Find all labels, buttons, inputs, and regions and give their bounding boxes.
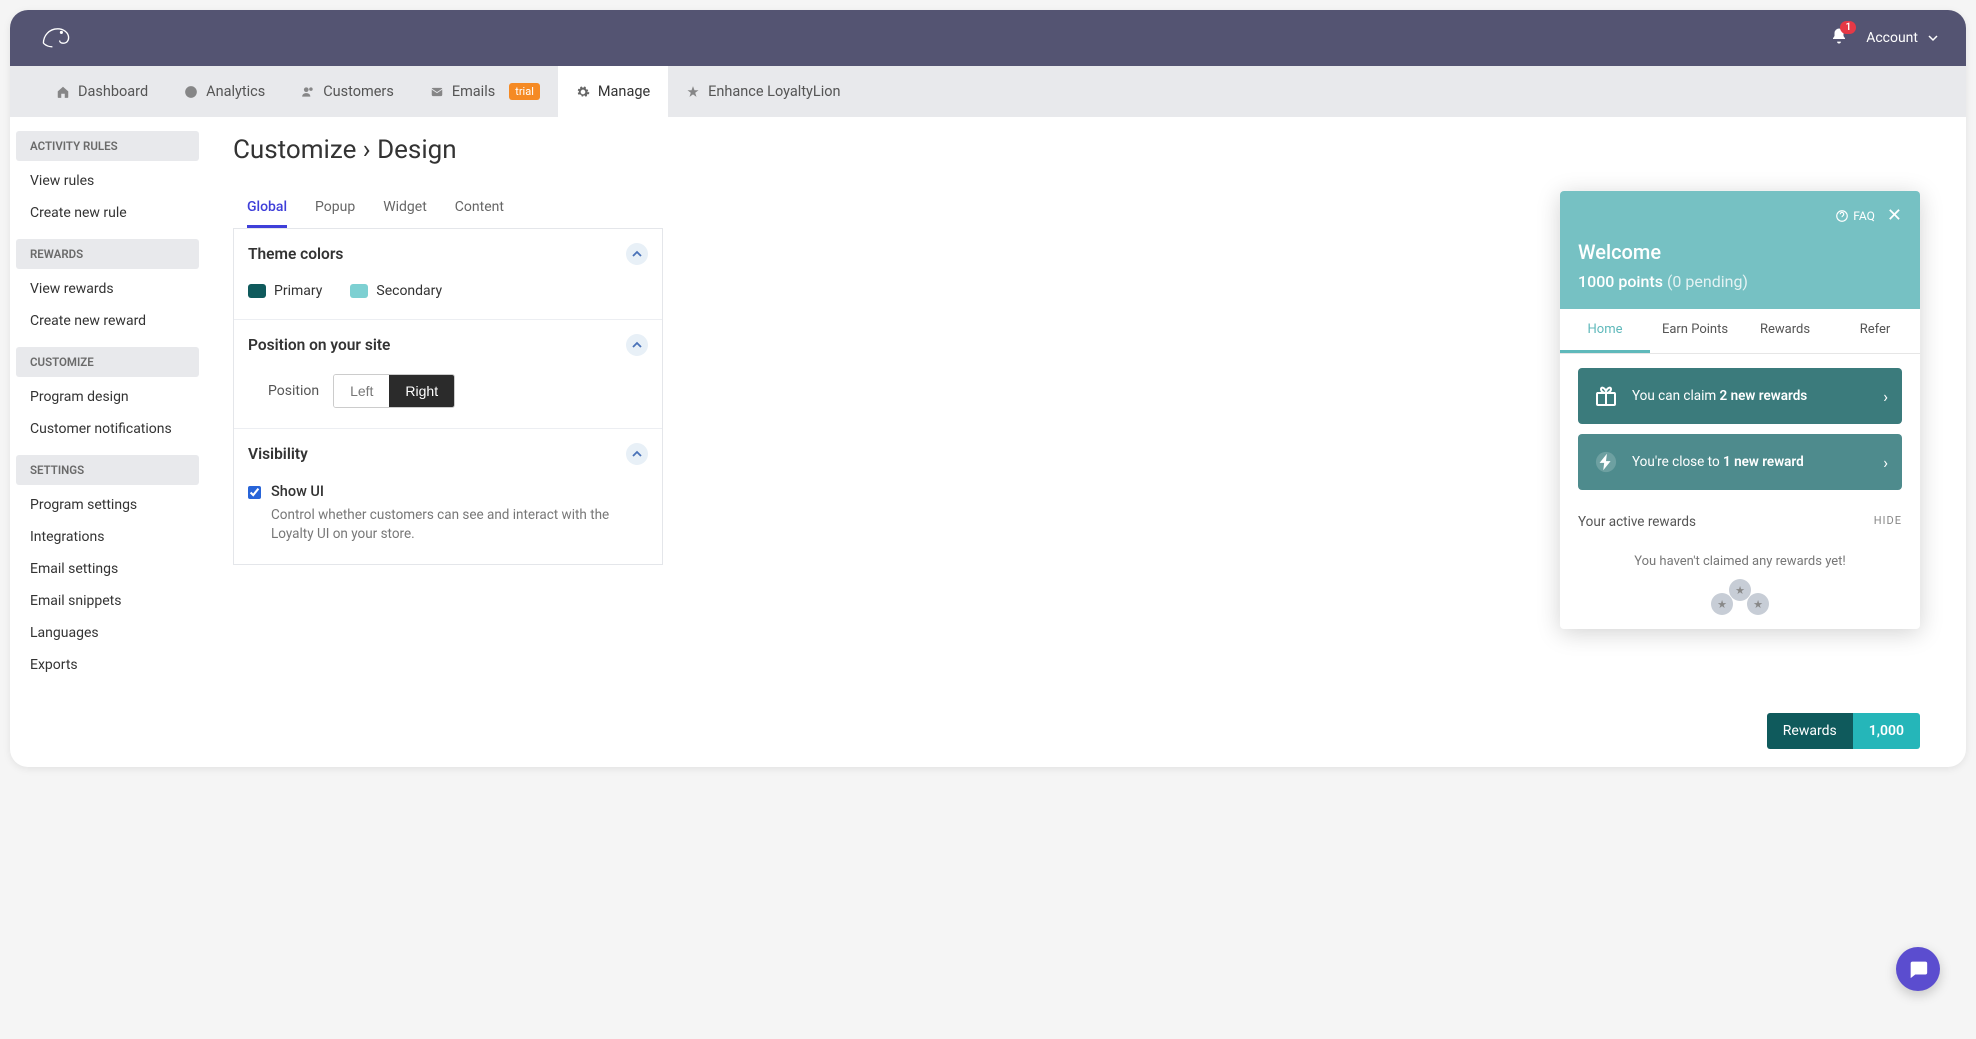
nav-manage[interactable]: Manage	[558, 66, 668, 117]
sidebar-item-create-reward[interactable]: Create new reward	[10, 305, 205, 337]
sidebar-item-program-design[interactable]: Program design	[10, 381, 205, 413]
account-label: Account	[1866, 30, 1918, 46]
topbar: 1 Account	[10, 10, 1966, 66]
collapse-button[interactable]	[626, 243, 648, 265]
sidebar-header-settings: SETTINGS	[16, 455, 199, 485]
sidebar-item-email-settings[interactable]: Email settings	[10, 553, 205, 585]
position-right-button[interactable]: Right	[389, 375, 454, 407]
section-heading: Visibility	[248, 445, 308, 463]
sidebar-item-integrations[interactable]: Integrations	[10, 521, 205, 553]
loyalty-widget-preview: FAQ ✕ Welcome 1000 points (0 pending) Ho…	[1560, 191, 1920, 629]
trial-badge: trial	[509, 83, 540, 100]
sidebar-item-exports[interactable]: Exports	[10, 649, 205, 681]
position-segment: Left Right	[333, 374, 455, 408]
section-heading: Theme colors	[248, 245, 343, 263]
secondary-color-picker[interactable]: Secondary	[350, 283, 442, 299]
sidebar-item-view-rules[interactable]: View rules	[10, 165, 205, 197]
widget-points: 1000 points (0 pending)	[1578, 272, 1902, 291]
users-icon	[301, 85, 315, 99]
section-theme-colors: Theme colors Primary	[234, 229, 662, 320]
gift-icon	[1592, 382, 1620, 410]
sidebar-item-create-rule[interactable]: Create new rule	[10, 197, 205, 229]
gear-icon	[576, 85, 590, 99]
chevron-up-icon	[632, 249, 642, 259]
show-ui-description: Control whether customers can see and in…	[271, 506, 648, 544]
sidebar-header-customize: CUSTOMIZE	[16, 347, 199, 377]
collapse-button[interactable]	[626, 334, 648, 356]
widget-tab-rewards[interactable]: Rewards	[1740, 309, 1830, 353]
chevron-right-icon: ›	[1883, 453, 1888, 472]
star-icon	[686, 85, 700, 99]
position-label: Position	[268, 383, 319, 399]
nav-emails[interactable]: Emails trial	[412, 66, 558, 117]
bolt-icon	[1592, 448, 1620, 476]
sidebar-item-program-settings[interactable]: Program settings	[10, 489, 205, 521]
sidebar-item-customer-notifications[interactable]: Customer notifications	[10, 413, 205, 445]
show-ui-label: Show UI	[271, 483, 648, 500]
chevron-up-icon	[632, 340, 642, 350]
sidebar-item-view-rewards[interactable]: View rewards	[10, 273, 205, 305]
cta-claim-rewards[interactable]: You can claim 2 new rewards ›	[1578, 368, 1902, 424]
section-heading: Position on your site	[248, 336, 390, 354]
chevron-up-icon	[632, 449, 642, 459]
faq-link[interactable]: FAQ	[1835, 209, 1875, 223]
widget-tab-home[interactable]: Home	[1560, 309, 1650, 353]
nav-dashboard[interactable]: Dashboard	[38, 66, 166, 117]
main-nav: Dashboard Analytics Customers Emails tri…	[10, 66, 1966, 117]
tab-global[interactable]: Global	[247, 189, 287, 228]
section-visibility: Visibility Show UI Control whether custo…	[234, 429, 662, 564]
sidebar-item-email-snippets[interactable]: Email snippets	[10, 585, 205, 617]
active-rewards-heading: Your active rewards	[1578, 514, 1696, 530]
rewards-launcher[interactable]: Rewards 1,000	[1767, 713, 1920, 749]
page-title: Customize › Design	[233, 135, 663, 165]
home-icon	[56, 85, 70, 99]
config-tabs: Global Popup Widget Content	[233, 181, 663, 229]
nav-customers[interactable]: Customers	[283, 66, 412, 117]
logo	[38, 18, 74, 58]
sidebar-item-languages[interactable]: Languages	[10, 617, 205, 649]
tab-widget[interactable]: Widget	[383, 189, 427, 228]
nav-analytics[interactable]: Analytics	[166, 66, 283, 117]
nav-enhance[interactable]: Enhance LoyaltyLion	[668, 66, 858, 117]
section-position: Position on your site Position Left Righ…	[234, 320, 662, 429]
widget-welcome: Welcome	[1578, 240, 1902, 264]
account-menu[interactable]: Account	[1866, 30, 1938, 46]
tab-popup[interactable]: Popup	[315, 189, 355, 228]
sidebar-header-activity-rules: ACTIVITY RULES	[16, 131, 199, 161]
widget-tab-earn[interactable]: Earn Points	[1650, 309, 1740, 353]
hide-button[interactable]: HIDE	[1874, 514, 1902, 530]
active-rewards-empty: You haven't claimed any rewards yet!	[1578, 536, 1902, 575]
cta-close-reward[interactable]: You're close to 1 new reward ›	[1578, 434, 1902, 490]
secondary-swatch	[350, 284, 368, 298]
sidebar-header-rewards: REWARDS	[16, 239, 199, 269]
reward-stars-placeholder: ★ ★ ★	[1578, 579, 1902, 615]
faq-icon	[1835, 209, 1849, 223]
chevron-down-icon	[1928, 33, 1938, 43]
mail-icon	[430, 85, 444, 99]
chevron-right-icon: ›	[1883, 387, 1888, 406]
position-left-button[interactable]: Left	[334, 375, 389, 407]
notifications-button[interactable]: 1	[1830, 27, 1848, 49]
notification-badge: 1	[1840, 21, 1856, 34]
close-icon[interactable]: ✕	[1887, 205, 1902, 226]
widget-tab-refer[interactable]: Refer	[1830, 309, 1920, 353]
chart-icon	[184, 85, 198, 99]
primary-color-picker[interactable]: Primary	[248, 283, 322, 299]
preview-area: FAQ ✕ Welcome 1000 points (0 pending) Ho…	[685, 135, 1938, 749]
show-ui-checkbox[interactable]	[248, 486, 261, 499]
primary-swatch	[248, 284, 266, 298]
collapse-button[interactable]	[626, 443, 648, 465]
tab-content[interactable]: Content	[455, 189, 504, 228]
sidebar: ACTIVITY RULES View rules Create new rul…	[10, 117, 205, 767]
